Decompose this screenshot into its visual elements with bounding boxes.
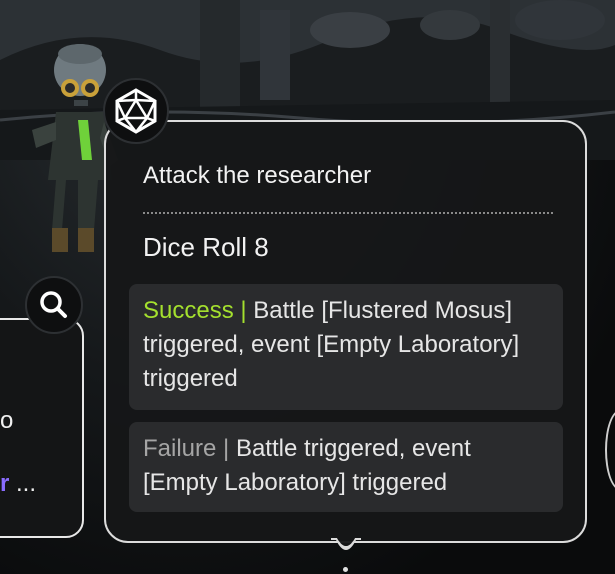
outcome-failure-separator: | <box>223 435 230 462</box>
popup-pointer <box>331 538 361 550</box>
game-scene: o r ... Attack the researcher Dice Roll … <box>0 0 615 574</box>
left-card-ellipsis: ... <box>16 470 37 497</box>
popup-pointer-dot <box>343 567 348 572</box>
left-event-card[interactable]: o r ... <box>0 318 84 538</box>
left-card-trail: r ... <box>0 470 36 498</box>
dice-badge <box>103 78 169 144</box>
left-card-partial-text: o <box>0 407 14 434</box>
outcome-success-separator: | <box>240 297 247 324</box>
outcome-failure-tag: Failure <box>143 435 217 462</box>
dotted-divider <box>143 212 553 214</box>
outcome-failure: Failure | Battle triggered, event [Empty… <box>129 422 563 512</box>
right-partial-card[interactable] <box>605 410 615 490</box>
d20-dice-icon <box>115 88 157 134</box>
popup-title: Attack the researcher <box>143 162 372 189</box>
search-icon <box>40 291 67 318</box>
outcome-success-tag: Success <box>143 297 234 324</box>
dice-roll-result: Dice Roll 8 <box>143 232 269 262</box>
search-button[interactable] <box>25 276 83 334</box>
outcome-success: Success | Battle [Flustered Mosus] trigg… <box>129 284 563 410</box>
left-card-highlight: r <box>0 470 10 497</box>
